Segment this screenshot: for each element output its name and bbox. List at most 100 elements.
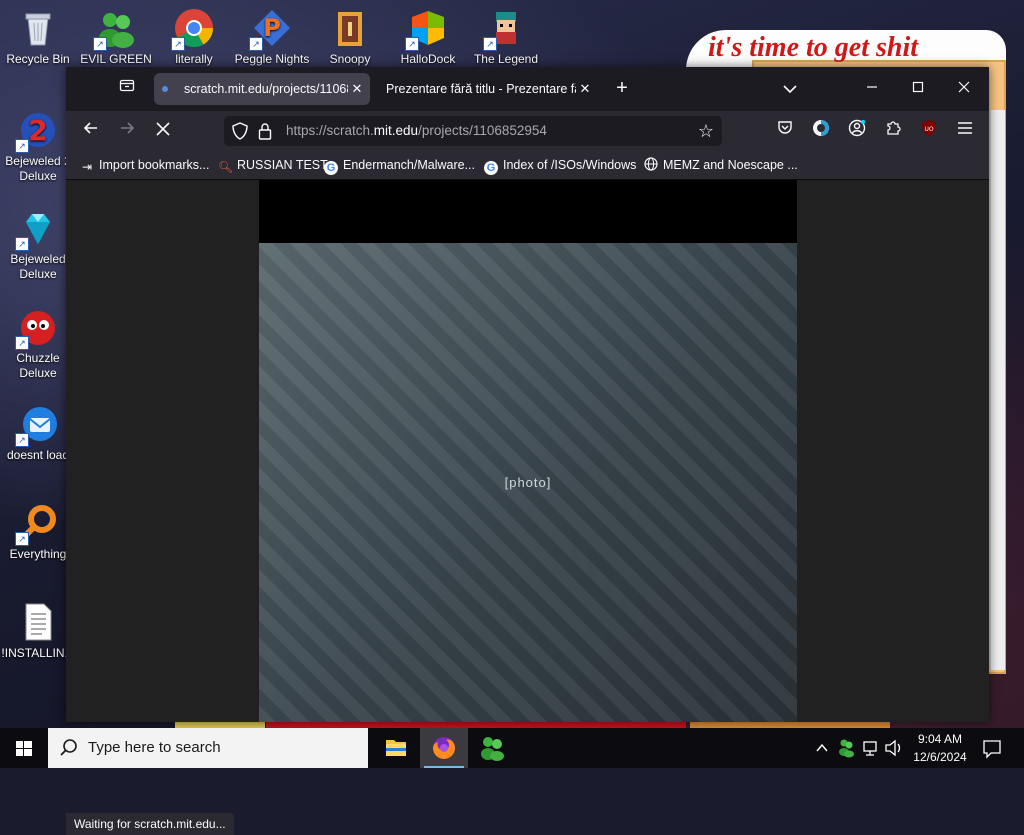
stop-loading-button[interactable] xyxy=(150,119,176,143)
bookmark-endermanch[interactable]: G Endermanch/Malware... xyxy=(324,151,475,179)
tab-prezentare[interactable]: Prezentare fără titlu - Prezentare fără … xyxy=(376,73,598,105)
clock-date: 12/6/2024 xyxy=(913,750,967,764)
app-menu-button[interactable] xyxy=(952,119,978,143)
desktop-icon-evil-green[interactable]: ↗ EVIL GREEN xyxy=(78,8,154,67)
desktop-icon-literally[interactable]: ↗ literally xyxy=(156,8,232,67)
taskbar-messenger[interactable] xyxy=(468,728,516,768)
tab-title: Prezentare fără titlu - Prezentare fără xyxy=(386,82,576,96)
ublock-origin-icon: UO xyxy=(922,120,936,136)
magnifier-icon: 🔍︎ xyxy=(218,160,234,174)
tab-bar: scratch.mit.edu/projects/11068 ✕ Prezent… xyxy=(66,67,989,111)
desktop-icon-snoopy[interactable]: Snoopy xyxy=(312,8,388,67)
peggle-icon: P ↗ xyxy=(249,8,292,51)
desktop-icon-everything[interactable]: ↗ Everything xyxy=(0,503,76,562)
desktop-icon-bejeweled[interactable]: ↗ Bejeweled Deluxe xyxy=(0,208,76,282)
pocket-button[interactable] xyxy=(772,119,798,143)
desktop-icon-label: EVIL GREEN xyxy=(80,52,152,66)
action-center-button[interactable] xyxy=(978,728,1006,768)
extension-button[interactable] xyxy=(808,119,834,143)
url-path: /projects/1106852954 xyxy=(418,123,547,138)
bejeweled2-icon: 2 ↗ xyxy=(15,110,58,153)
diamond-icon: ↗ xyxy=(15,208,58,251)
extensions-button[interactable] xyxy=(880,119,906,143)
shortcut-arrow-icon: ↗ xyxy=(15,532,29,546)
maximize-icon xyxy=(912,81,924,93)
bookmark-russian-test[interactable]: 🔍︎ RUSSIAN TEST xyxy=(218,151,328,179)
taskbar-search-box[interactable]: Type here to search xyxy=(48,728,368,768)
globe-icon xyxy=(644,157,658,171)
desktop-icon-label: HalloDock xyxy=(400,52,456,66)
desktop-icon-chuzzle[interactable]: ↗ Chuzzle Deluxe xyxy=(0,307,76,381)
bookmark-index-isos[interactable]: G Index of /ISOs/Windows xyxy=(484,151,636,179)
desktop-icon-label: doesnt load xyxy=(6,448,70,462)
pocket-icon xyxy=(778,121,792,134)
desktop-icon-hallodock[interactable]: ↗ HalloDock xyxy=(390,8,466,67)
bookmark-memz[interactable]: MEMZ and Noescape ... xyxy=(644,151,798,179)
minimize-button[interactable] xyxy=(852,75,892,103)
chevron-down-icon xyxy=(783,85,797,94)
tray-volume[interactable] xyxy=(883,728,905,768)
maximize-button[interactable] xyxy=(898,75,938,103)
shortcut-arrow-icon: ↗ xyxy=(15,433,29,447)
desktop-icon-bejeweled-2[interactable]: 2 ↗ Bejeweled 2 Deluxe xyxy=(0,110,76,184)
desktop-icon-label: literally xyxy=(175,52,213,66)
url-domain: mit.edu xyxy=(373,123,419,138)
windows-start-icon xyxy=(16,741,32,756)
shortcut-arrow-icon: ↗ xyxy=(405,37,419,51)
desktop-icon-the-legend[interactable]: ↗ The Legend xyxy=(468,8,544,67)
desktop-icon-recycle-bin[interactable]: Recycle Bin xyxy=(0,8,76,67)
arrow-right-icon xyxy=(121,122,135,134)
folder-icon xyxy=(330,8,370,48)
thunderbird-icon: ↗ xyxy=(15,404,58,447)
bookmark-import[interactable]: ⇥ Import bookmarks... xyxy=(80,151,209,179)
bookmark-star-icon[interactable]: ☆ xyxy=(698,120,714,142)
desktop-icon-label: Peggle Nights xyxy=(234,52,310,66)
url-text[interactable]: https://scratch.mit.edu/projects/1106852… xyxy=(286,116,547,146)
tab-close-icon[interactable]: ✕ xyxy=(578,73,592,105)
ublock-button[interactable]: UO xyxy=(916,119,942,143)
close-window-button[interactable] xyxy=(944,75,984,103)
search-placeholder: Type here to search xyxy=(88,739,221,756)
bookmark-label: Index of /ISOs/Windows xyxy=(503,158,637,172)
desktop-icon-peggle-nights[interactable]: P ↗ Peggle Nights xyxy=(234,8,310,67)
project-stage-header xyxy=(259,180,797,243)
svg-text:2: 2 xyxy=(28,114,47,147)
new-tab-button[interactable]: + xyxy=(610,77,634,101)
desktop-icon-label: The Legend xyxy=(473,52,539,66)
tray-messenger[interactable] xyxy=(836,728,856,768)
taskbar-file-explorer[interactable] xyxy=(372,728,420,768)
chrome-icon: ↗ xyxy=(171,8,214,51)
taskbar-firefox[interactable] xyxy=(420,728,468,768)
show-hidden-icons-button[interactable] xyxy=(812,728,832,768)
wallpaper-meme-scrollbar xyxy=(990,110,1005,670)
tab-close-icon[interactable]: ✕ xyxy=(350,73,364,105)
close-icon xyxy=(958,81,970,93)
circle-progress-icon xyxy=(813,120,829,136)
firefox-view-button[interactable] xyxy=(114,77,140,101)
list-all-tabs-button[interactable] xyxy=(778,77,802,101)
account-button[interactable] xyxy=(844,119,870,143)
desktop-icon-installing[interactable]: !INSTALLIN... xyxy=(0,602,76,661)
desktop-icon-label: Everything xyxy=(9,547,67,561)
shortcut-arrow-icon: ↗ xyxy=(171,37,185,51)
lock-icon[interactable] xyxy=(258,122,272,140)
account-icon xyxy=(848,119,866,137)
back-button[interactable] xyxy=(78,119,104,143)
file-explorer-icon xyxy=(386,740,406,756)
url-bar[interactable]: https://scratch.mit.edu/projects/1106852… xyxy=(224,116,722,146)
forward-button[interactable] xyxy=(114,119,140,143)
start-button[interactable] xyxy=(0,728,48,768)
bookmark-label: RUSSIAN TEST xyxy=(237,158,328,172)
desktop-icon-doesnt-load[interactable]: ↗ doesnt load xyxy=(0,404,76,463)
messenger-people-icon xyxy=(839,739,854,758)
firefox-icon xyxy=(433,737,455,759)
page-content: [photo] Waiting for scratch.mit.edu... xyxy=(66,180,989,835)
messenger-people-icon xyxy=(481,737,504,761)
search-icon xyxy=(60,728,78,783)
shortcut-arrow-icon: ↗ xyxy=(93,37,107,51)
tab-scratch[interactable]: scratch.mit.edu/projects/11068 ✕ xyxy=(154,73,370,105)
taskbar-clock[interactable]: 9:04 AM 12/6/2024 xyxy=(906,730,974,766)
tracking-protection-shield-icon[interactable] xyxy=(232,122,248,140)
svg-text:P: P xyxy=(263,14,281,42)
tray-network[interactable] xyxy=(860,728,880,768)
